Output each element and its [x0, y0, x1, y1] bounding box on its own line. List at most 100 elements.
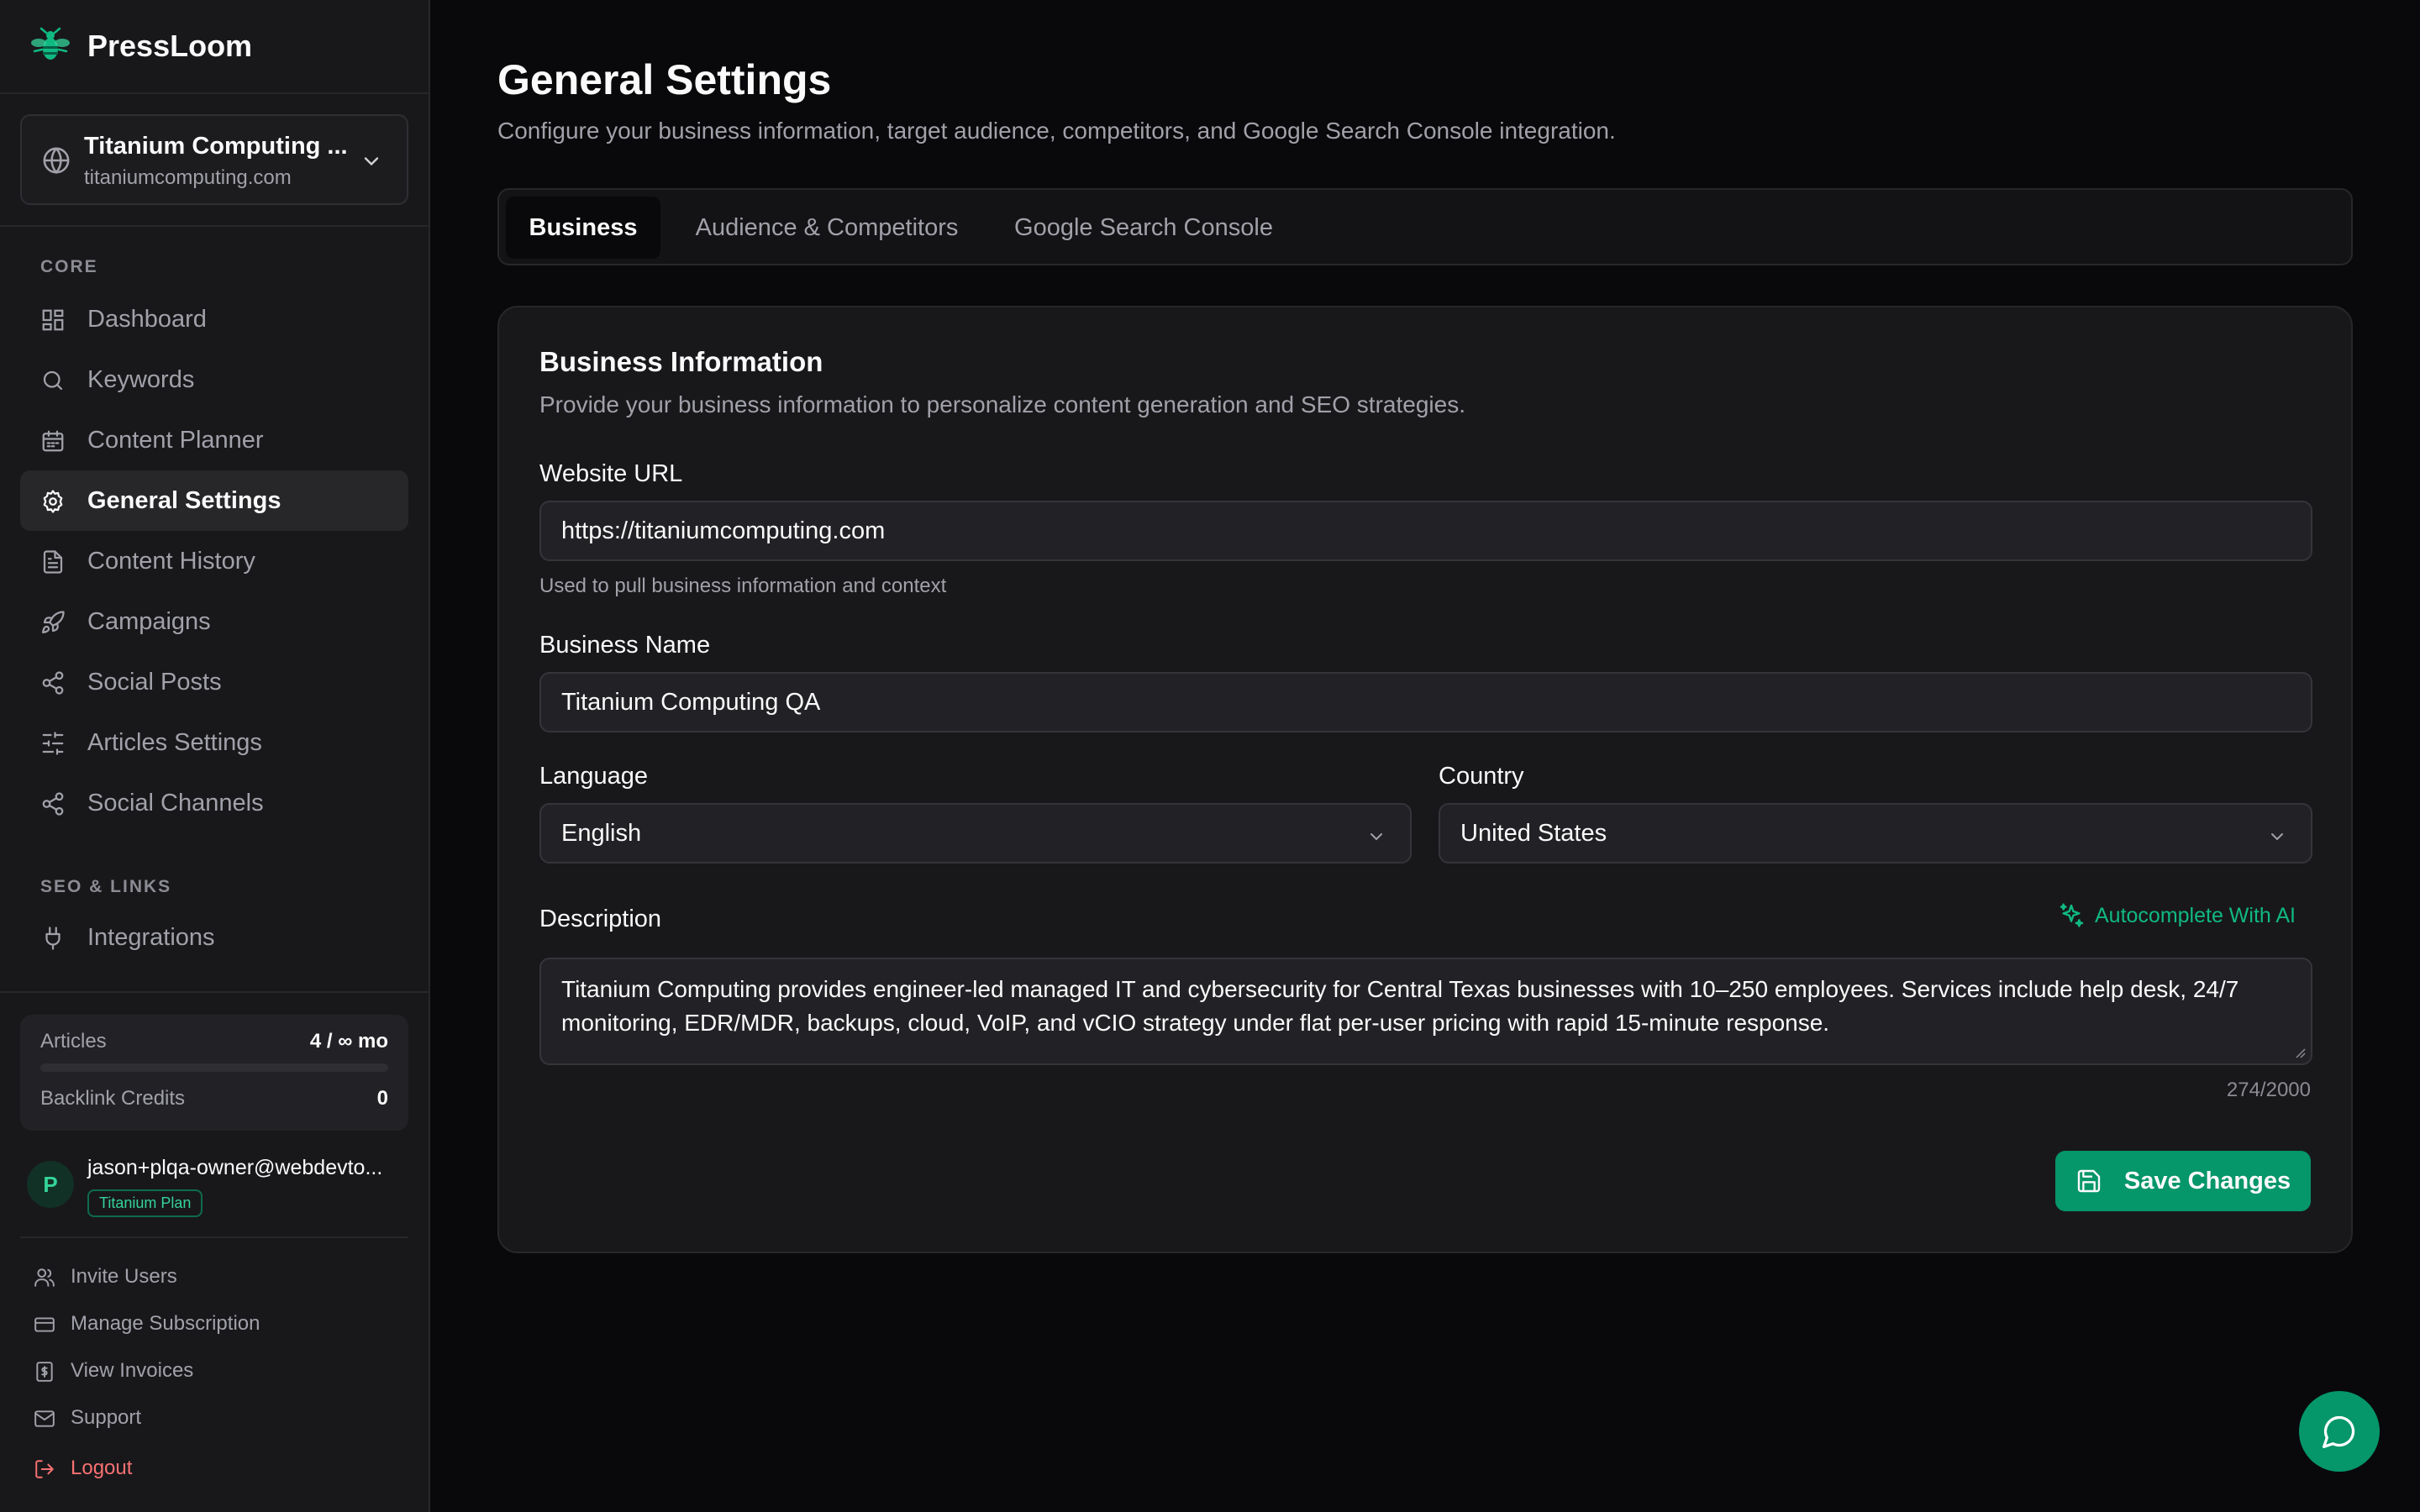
footer-link-label: Invite Users [71, 1265, 177, 1288]
sidebar-item-social-posts[interactable]: Social Posts [20, 652, 408, 712]
nav-scroll-edge [0, 979, 429, 991]
globe-icon [42, 146, 71, 175]
sidebar: PressLoom Titanium Computing ... titaniu… [0, 0, 430, 1512]
user-menu[interactable]: P jason+plqa-owner@webdevto... Titanium … [27, 1156, 413, 1217]
language-select[interactable]: English [539, 803, 1412, 864]
chat-support-button[interactable] [2299, 1391, 2380, 1472]
save-icon [2075, 1168, 2102, 1194]
page-title: General Settings [497, 56, 832, 103]
sidebar-item-label: Dashboard [87, 305, 207, 333]
save-changes-button[interactable]: Save Changes [2055, 1151, 2311, 1211]
language-label: Language [539, 763, 649, 790]
resize-handle-icon[interactable] [2294, 1047, 2306, 1058]
website-url-label: Website URL [539, 460, 683, 487]
sidebar-item-label: Keywords [87, 365, 195, 393]
language-value: English [561, 819, 642, 847]
footer-link-label: Manage Subscription [71, 1312, 260, 1335]
pressloom-logo-icon [30, 26, 71, 66]
dashboard-icon [40, 307, 66, 333]
sidebar-item-label: Social Channels [87, 789, 264, 816]
description-char-counter: 274/2000 [2226, 1079, 2311, 1101]
credit-card-icon [34, 1314, 55, 1336]
sidebar-item-general-settings[interactable]: General Settings [20, 470, 408, 531]
country-value: United States [1460, 819, 1607, 847]
logout-icon [34, 1458, 55, 1480]
divider [0, 92, 429, 94]
autocomplete-ai-button[interactable]: Autocomplete With AI [2058, 902, 2296, 929]
brand-name: PressLoom [87, 29, 253, 63]
tab-google-search-console[interactable]: Google Search Console [998, 197, 1289, 259]
sidebar-item-dashboard[interactable]: Dashboard [20, 289, 408, 349]
description-textarea[interactable]: Titanium Computing provides engineer-led… [539, 958, 2312, 1065]
user-email: jason+plqa-owner@webdevto... [87, 1156, 383, 1179]
chat-bubble-icon [2321, 1413, 2358, 1450]
business-name-label: Business Name [539, 632, 711, 659]
chevron-down-icon [360, 150, 383, 173]
divider [20, 1236, 408, 1238]
card-title: Business Information [539, 346, 823, 377]
brand[interactable]: PressLoom [30, 25, 252, 67]
invoice-icon [34, 1361, 55, 1383]
sidebar-item-label: Articles Settings [87, 728, 262, 756]
articles-usage-label: Articles [40, 1030, 107, 1053]
website-url-hint: Used to pull business information and co… [539, 575, 947, 597]
footer-link-label: View Invoices [71, 1359, 194, 1382]
sidebar-item-social-channels[interactable]: Social Channels [20, 773, 408, 833]
page-subtitle: Configure your business information, tar… [497, 118, 1616, 144]
tab-business[interactable]: Business [506, 197, 660, 259]
country-label: Country [1439, 763, 1524, 790]
site-name: Titanium Computing ... [84, 133, 348, 160]
nav-section-seo-links: SEO & LINKS [40, 877, 172, 896]
sidebar-item-label: Campaigns [87, 607, 211, 635]
description-text: Titanium Computing provides engineer-led… [561, 976, 2239, 1036]
plan-badge: Titanium Plan [87, 1189, 203, 1217]
sidebar-item-content-planner[interactable]: Content Planner [20, 410, 408, 470]
sidebar-item-label: General Settings [87, 486, 281, 514]
description-label: Description [539, 906, 662, 932]
sidebar-item-content-history[interactable]: Content History [20, 531, 408, 591]
chevron-down-icon [2267, 827, 2287, 847]
sidebar-item-integrations[interactable]: Integrations [20, 907, 408, 968]
divider [0, 991, 429, 993]
tab-audience-competitors[interactable]: Audience & Competitors [679, 197, 975, 259]
footer-link-label: Support [71, 1406, 142, 1429]
card-subtitle: Provide your business information to per… [539, 391, 1465, 417]
sidebar-item-keywords[interactable]: Keywords [20, 349, 408, 410]
divider [0, 225, 429, 227]
users-icon [34, 1267, 55, 1289]
share-icon [40, 670, 66, 696]
calendar-icon [40, 428, 66, 454]
footer-link-label: Logout [71, 1457, 133, 1479]
avatar: P [27, 1161, 74, 1208]
usage-card: Articles 4 / ∞ mo Backlink Credits 0 [20, 1015, 408, 1131]
nav-section-core: CORE [40, 257, 98, 276]
save-changes-label: Save Changes [2123, 1167, 2291, 1194]
sidebar-item-label: Content Planner [87, 426, 264, 454]
settings-tabs: Business Audience & Competitors Google S… [497, 188, 2353, 265]
website-url-input[interactable]: https://titaniumcomputing.com [539, 501, 2312, 561]
articles-usage-bar [40, 1063, 388, 1072]
country-select[interactable]: United States [1439, 803, 2312, 864]
articles-usage-value: 4 / ∞ mo [309, 1030, 388, 1053]
sidebar-item-label: Social Posts [87, 668, 222, 696]
mail-icon [34, 1408, 55, 1430]
sliders-icon [40, 731, 66, 756]
backlink-credits-label: Backlink Credits [40, 1087, 186, 1110]
gear-icon [40, 489, 66, 514]
site-domain: titaniumcomputing.com [84, 166, 292, 189]
backlink-credits-value: 0 [376, 1087, 388, 1110]
sidebar-item-label: Content History [87, 547, 255, 575]
sidebar-item-articles-settings[interactable]: Articles Settings [20, 712, 408, 773]
business-name-input[interactable]: Titanium Computing QA [539, 672, 2312, 732]
sparkles-icon [2058, 902, 2085, 929]
sidebar-item-label: Integrations [87, 923, 215, 951]
rocket-icon [40, 610, 66, 635]
share-icon [40, 791, 66, 816]
autocomplete-ai-label: Autocomplete With AI [2094, 903, 2296, 927]
business-information-card: Business Information Provide your busine… [497, 306, 2353, 1253]
sidebar-item-campaigns[interactable]: Campaigns [20, 591, 408, 652]
chevron-down-icon [1366, 827, 1386, 847]
plug-icon [40, 926, 66, 951]
search-icon [40, 368, 66, 393]
site-selector[interactable]: Titanium Computing ... titaniumcomputing… [20, 114, 408, 205]
